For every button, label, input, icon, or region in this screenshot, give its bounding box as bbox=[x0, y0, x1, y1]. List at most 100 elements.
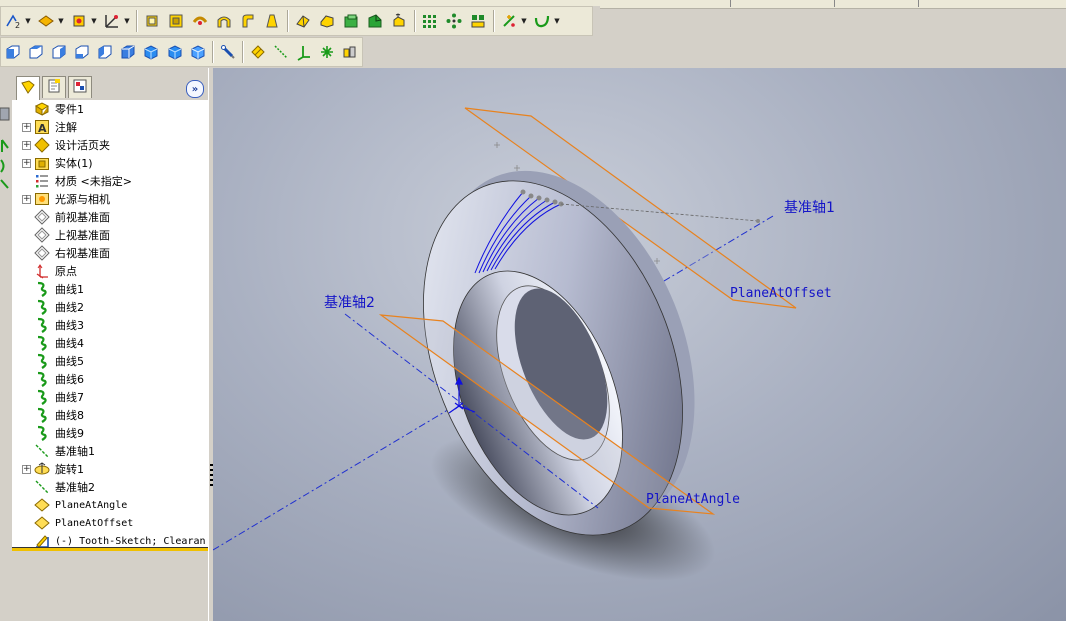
toolbar-segment bbox=[838, 0, 919, 7]
plane-at-offset-label[interactable]: PlaneAtOffset bbox=[730, 286, 832, 301]
hole-wizard-icon[interactable] bbox=[364, 10, 386, 32]
plane-at-angle-label[interactable]: PlaneAtAngle bbox=[646, 492, 740, 507]
tree-item[interactable]: 曲线8 bbox=[12, 406, 84, 424]
feature-manager-panel: » 零件1 + A 注解 + 设计活页夹 + 实体(1) 材质 <未指定> + 光源与相机 前视基准面… bbox=[12, 68, 209, 621]
tree-item[interactable]: 曲线5 bbox=[12, 352, 84, 370]
tree-item[interactable]: 曲线7 bbox=[12, 388, 84, 406]
tree-item[interactable]: + 旋转1 bbox=[12, 460, 84, 478]
sketch-entities-dropdown[interactable]: ▼ bbox=[58, 10, 64, 32]
tree-item[interactable]: + 光源与相机 bbox=[12, 190, 110, 208]
tree-expand-button[interactable]: » bbox=[186, 80, 204, 98]
rib-icon[interactable] bbox=[292, 10, 314, 32]
revolve-boss-icon[interactable] bbox=[165, 10, 187, 32]
feature-manager-icon bbox=[20, 79, 36, 99]
ref-geometry-menu-icon[interactable] bbox=[498, 10, 520, 32]
curve-icon bbox=[34, 371, 50, 387]
sketch-tools-dropdown[interactable]: ▼ bbox=[124, 10, 130, 32]
configuration-manager-icon bbox=[72, 78, 88, 98]
tree-item[interactable]: 曲线1 bbox=[12, 280, 84, 298]
ref-geometry-dropdown[interactable]: ▼ bbox=[521, 10, 527, 32]
tree-item[interactable]: + 设计活页夹 bbox=[12, 136, 110, 154]
tree-item-label: 曲线4 bbox=[55, 337, 84, 350]
origin-icon bbox=[34, 263, 50, 279]
trimetric-view-icon[interactable] bbox=[141, 41, 162, 63]
annotations-icon: A bbox=[34, 119, 50, 135]
tree-item[interactable]: (-) Tooth-Sketch; Clearan bbox=[12, 532, 206, 547]
tree-item[interactable]: 曲线2 bbox=[12, 298, 84, 316]
tree-item[interactable]: 曲线9 bbox=[12, 424, 84, 442]
normal-to-icon[interactable] bbox=[187, 41, 208, 63]
tree-item-label: 光源与相机 bbox=[55, 193, 110, 206]
tree-item[interactable]: 曲线4 bbox=[12, 334, 84, 352]
smart-dimension-icon[interactable]: 2 bbox=[2, 10, 24, 32]
sketch-tools-icon[interactable] bbox=[101, 10, 123, 32]
tree-item[interactable]: 曲线6 bbox=[12, 370, 84, 388]
tree-item[interactable]: 基准轴1 bbox=[12, 442, 95, 460]
tree-item[interactable]: 零件1 bbox=[12, 100, 84, 118]
top-view-icon[interactable] bbox=[95, 41, 116, 63]
tree-item[interactable]: PlaneAtAngle bbox=[12, 496, 127, 514]
curve-icon bbox=[34, 353, 50, 369]
mate-reference-icon[interactable] bbox=[340, 41, 361, 63]
display-relations-icon[interactable] bbox=[68, 10, 90, 32]
tree-item[interactable]: 前视基准面 bbox=[12, 208, 110, 226]
plane-icon[interactable] bbox=[217, 41, 238, 63]
chamfer-icon[interactable] bbox=[261, 10, 283, 32]
draft-icon[interactable] bbox=[340, 10, 362, 32]
tree-item[interactable]: 原点 bbox=[12, 262, 77, 280]
tree-expander[interactable]: + bbox=[22, 158, 31, 168]
plane-icon bbox=[34, 227, 50, 243]
tree-item[interactable]: + 实体(1) bbox=[12, 154, 93, 172]
circular-pattern-icon[interactable] bbox=[419, 10, 441, 32]
tab-configuration-manager[interactable] bbox=[68, 76, 92, 98]
tree-expander[interactable]: + bbox=[22, 464, 31, 474]
tree-expander[interactable]: + bbox=[22, 140, 31, 150]
right-view-icon[interactable] bbox=[71, 41, 92, 63]
dimetric-view-icon[interactable] bbox=[164, 41, 185, 63]
tree-item-label: PlaneAtOffset bbox=[55, 517, 134, 529]
tree-item[interactable]: 上视基准面 bbox=[12, 226, 110, 244]
model-scene bbox=[213, 107, 797, 581]
curve-icon bbox=[34, 281, 50, 297]
tree-item-label: 注解 bbox=[55, 121, 77, 134]
linear-pattern-icon[interactable] bbox=[388, 10, 410, 32]
tree-item[interactable]: 右视基准面 bbox=[12, 244, 110, 262]
axis-2-label[interactable]: 基准轴2 bbox=[324, 292, 375, 312]
tree-item-label: 曲线6 bbox=[55, 373, 84, 386]
coordinate-system-icon[interactable] bbox=[270, 41, 291, 63]
sweep-icon[interactable] bbox=[189, 10, 211, 32]
shell-icon[interactable] bbox=[316, 10, 338, 32]
reference-geometry-icon[interactable] bbox=[467, 10, 489, 32]
tree-item[interactable]: 材质 <未指定> bbox=[12, 172, 132, 190]
front-view-icon[interactable] bbox=[2, 41, 23, 63]
sketch-entities-icon[interactable] bbox=[35, 10, 57, 32]
tree-item-label: 曲线7 bbox=[55, 391, 84, 404]
left-view-icon[interactable] bbox=[48, 41, 69, 63]
graphics-viewport[interactable]: 基准轴1 基准轴2 PlaneAtOffset PlaneAtAngle bbox=[213, 68, 1066, 621]
back-view-icon[interactable] bbox=[25, 41, 46, 63]
tree-item[interactable]: 基准轴2 bbox=[12, 478, 95, 496]
smart-dimension-dropdown[interactable]: ▼ bbox=[25, 10, 31, 32]
asterisk-point-icon[interactable] bbox=[317, 41, 338, 63]
display-relations-dropdown[interactable]: ▼ bbox=[91, 10, 97, 32]
tab-feature-manager[interactable] bbox=[16, 76, 40, 100]
axis-1-label[interactable]: 基准轴1 bbox=[784, 197, 835, 217]
tab-property-manager[interactable] bbox=[42, 76, 66, 98]
mirror-icon[interactable] bbox=[443, 10, 465, 32]
tree-expander[interactable]: + bbox=[22, 194, 31, 204]
tree-item-label: 右视基准面 bbox=[55, 247, 110, 260]
tree-item-label: 基准轴2 bbox=[55, 481, 95, 494]
point-icon[interactable] bbox=[294, 41, 315, 63]
fillet-icon[interactable] bbox=[237, 10, 259, 32]
tree-item[interactable]: + A 注解 bbox=[12, 118, 77, 136]
curves-icon[interactable] bbox=[531, 10, 553, 32]
curves-dropdown[interactable]: ▼ bbox=[554, 10, 560, 32]
tree-item[interactable]: 曲线3 bbox=[12, 316, 84, 334]
toolbar-separator bbox=[212, 41, 214, 63]
tree-item[interactable]: PlaneAtOffset bbox=[12, 514, 133, 532]
loft-icon[interactable] bbox=[213, 10, 235, 32]
tree-expander[interactable]: + bbox=[22, 122, 31, 132]
axis-icon[interactable] bbox=[247, 41, 268, 63]
isometric-view-icon[interactable] bbox=[118, 41, 139, 63]
extrude-boss-icon[interactable] bbox=[141, 10, 163, 32]
